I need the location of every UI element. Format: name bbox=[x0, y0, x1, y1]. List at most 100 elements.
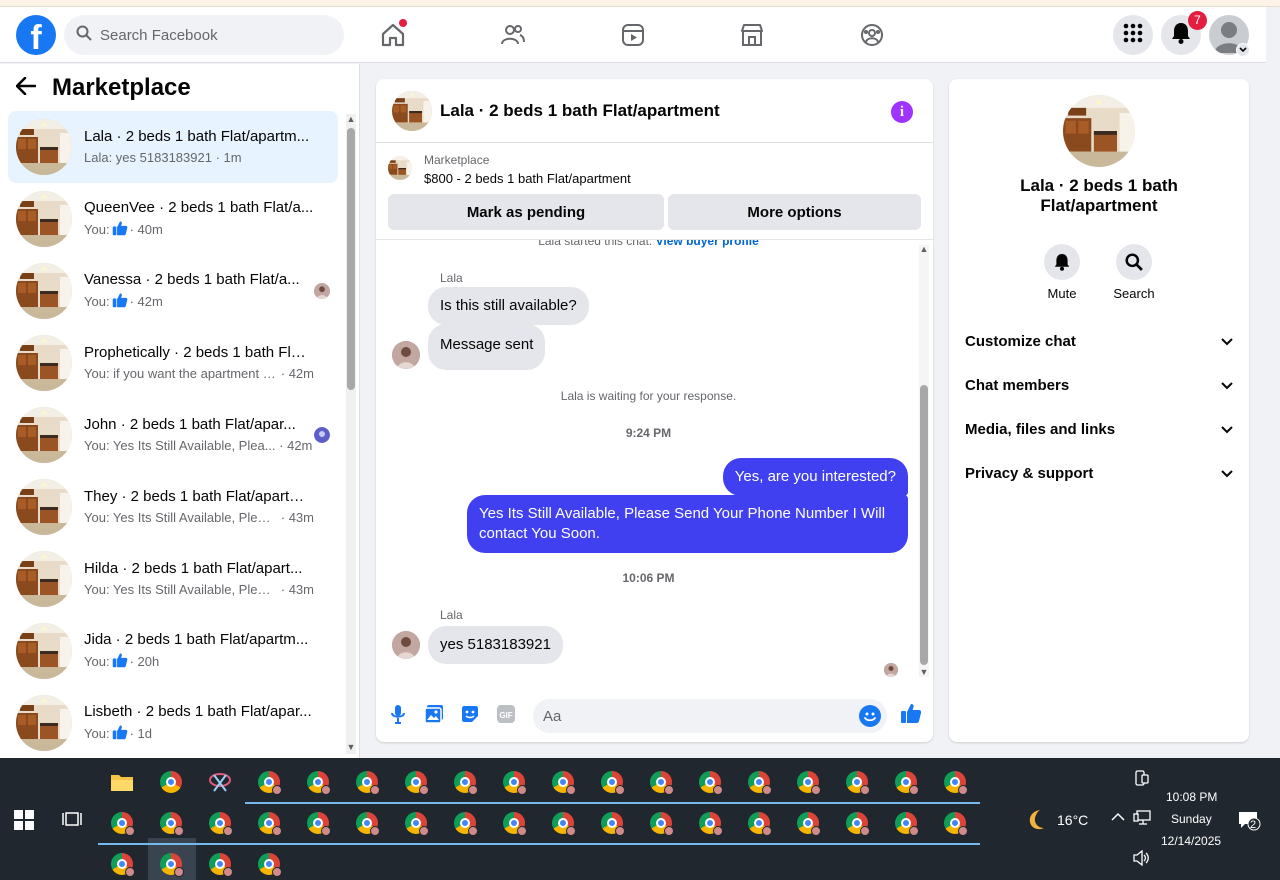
home-icon[interactable] bbox=[377, 19, 409, 51]
incoming-message[interactable]: yes 5183183921 bbox=[428, 626, 563, 664]
incoming-message[interactable]: Is this still available? bbox=[428, 287, 589, 325]
marketplace-icon[interactable] bbox=[736, 19, 768, 51]
clock-time[interactable]: 10:08 PM bbox=[1166, 790, 1217, 804]
conversation-item[interactable]: Lisbeth · 2 beds 1 bath Flat/apar... You:… bbox=[8, 687, 338, 758]
chrome-icon[interactable] bbox=[400, 807, 432, 839]
back-arrow-icon[interactable] bbox=[15, 76, 37, 100]
chrome-icon[interactable] bbox=[939, 766, 971, 798]
details-row-media-files-and-links[interactable]: Media, files and links bbox=[965, 411, 1233, 447]
sender-avatar[interactable] bbox=[392, 341, 420, 369]
chrome-icon[interactable] bbox=[645, 766, 677, 798]
photo-icon[interactable] bbox=[423, 703, 445, 725]
windows-start-icon[interactable] bbox=[14, 810, 34, 835]
chrome-icon[interactable] bbox=[596, 766, 628, 798]
chrome-icon[interactable] bbox=[547, 766, 579, 798]
network-icon[interactable] bbox=[1133, 810, 1151, 829]
chrome-icon[interactable] bbox=[792, 766, 824, 798]
search-action[interactable]: Search bbox=[1104, 244, 1164, 301]
thumbs-up-icon[interactable] bbox=[899, 701, 923, 725]
scroll-up-arrow-icon[interactable]: ▲ bbox=[918, 244, 930, 254]
chat-scroll-thumb[interactable] bbox=[920, 385, 928, 665]
chrome-icon[interactable] bbox=[792, 807, 824, 839]
chat-title[interactable]: Lala · 2 beds 1 bath Flat/apartment bbox=[440, 101, 720, 121]
microphone-icon[interactable] bbox=[387, 703, 409, 725]
conversation-item[interactable]: John · 2 beds 1 bath Flat/apar... You: Ye… bbox=[8, 399, 338, 471]
search-box[interactable] bbox=[64, 15, 344, 55]
chrome-icon[interactable] bbox=[596, 807, 628, 839]
chrome-icon[interactable] bbox=[498, 807, 530, 839]
sidebar-scroll-thumb[interactable] bbox=[347, 128, 355, 390]
phone-link-icon[interactable] bbox=[1135, 770, 1149, 789]
conversation-item[interactable]: Jida · 2 beds 1 bath Flat/apartm... You: ·… bbox=[8, 615, 338, 687]
search-icon[interactable] bbox=[1116, 244, 1152, 280]
chrome-icon[interactable] bbox=[106, 848, 138, 880]
details-row-customize-chat[interactable]: Customize chat bbox=[965, 323, 1233, 359]
emoji-icon[interactable] bbox=[859, 705, 881, 727]
clock-day[interactable]: Sunday bbox=[1171, 812, 1212, 826]
details-row-chat-members[interactable]: Chat members bbox=[965, 367, 1233, 403]
message-input-box[interactable] bbox=[533, 699, 887, 733]
outgoing-message[interactable]: Yes Its Still Available, Please Send You… bbox=[467, 495, 908, 553]
scroll-up-arrow-icon[interactable]: ▲ bbox=[345, 114, 357, 124]
chrome-icon[interactable] bbox=[498, 766, 530, 798]
chrome-icon[interactable] bbox=[890, 807, 922, 839]
conversation-item[interactable]: They · 2 beds 1 bath Flat/apartm... You: … bbox=[8, 471, 338, 543]
chrome-icon[interactable] bbox=[253, 766, 285, 798]
chrome-icon[interactable] bbox=[253, 807, 285, 839]
chrome-icon[interactable] bbox=[743, 807, 775, 839]
scroll-down-arrow-icon[interactable]: ▼ bbox=[918, 667, 930, 677]
chrome-icon[interactable] bbox=[106, 807, 138, 839]
chrome-icon[interactable] bbox=[841, 766, 873, 798]
groups-icon[interactable] bbox=[856, 19, 888, 51]
weather-moon-icon[interactable] bbox=[1025, 808, 1049, 835]
listing-price[interactable]: $800 - 2 beds 1 bath Flat/apartment bbox=[424, 171, 631, 186]
scroll-down-arrow-icon[interactable]: ▼ bbox=[345, 742, 357, 752]
chevron-up-icon[interactable] bbox=[1111, 810, 1125, 825]
chrome-icon[interactable] bbox=[645, 807, 677, 839]
conversation-item[interactable]: Lala · 2 beds 1 bath Flat/apartm... Lala:… bbox=[8, 111, 338, 183]
friends-icon[interactable] bbox=[497, 19, 529, 51]
more-options-button[interactable]: More options bbox=[668, 194, 921, 230]
chrome-icon[interactable] bbox=[155, 807, 187, 839]
sticker-icon[interactable] bbox=[459, 703, 481, 725]
bell-icon[interactable] bbox=[1044, 244, 1080, 280]
notifications-button[interactable]: 7 bbox=[1161, 11, 1207, 55]
chrome-icon[interactable] bbox=[302, 766, 334, 798]
chrome-icon[interactable] bbox=[547, 807, 579, 839]
chrome-icon[interactable] bbox=[204, 848, 236, 880]
chrome-icon[interactable] bbox=[155, 848, 187, 880]
conversation-item[interactable]: QueenVee · 2 beds 1 bath Flat/a... You: · … bbox=[8, 183, 338, 255]
outgoing-message[interactable]: Yes, are you interested? bbox=[722, 458, 908, 496]
chrome-icon[interactable] bbox=[449, 766, 481, 798]
snipping-tool-icon[interactable] bbox=[204, 766, 236, 798]
chrome-icon[interactable] bbox=[890, 766, 922, 798]
sidebar-scrollbar[interactable] bbox=[346, 114, 356, 754]
chrome-icon[interactable] bbox=[939, 807, 971, 839]
view-buyer-profile-link[interactable]: View buyer profile bbox=[656, 240, 759, 248]
message-input[interactable] bbox=[543, 707, 843, 725]
listing-large-thumbnail[interactable] bbox=[1063, 95, 1135, 167]
info-icon[interactable]: i bbox=[891, 101, 913, 123]
details-row-privacy-support[interactable]: Privacy & support bbox=[965, 455, 1233, 491]
incoming-message[interactable]: Message sent bbox=[428, 324, 546, 370]
chrome-icon[interactable] bbox=[204, 807, 236, 839]
menu-grid-button[interactable] bbox=[1113, 15, 1153, 55]
chrome-icon[interactable] bbox=[351, 766, 383, 798]
chrome-icon[interactable] bbox=[743, 766, 775, 798]
mute-action[interactable]: Mute bbox=[1032, 244, 1092, 301]
weather-temperature[interactable]: 16°C bbox=[1057, 812, 1088, 828]
facebook-logo[interactable]: f bbox=[16, 15, 56, 55]
task-view-icon[interactable] bbox=[62, 810, 82, 833]
search-input[interactable] bbox=[100, 26, 330, 44]
chrome-icon[interactable] bbox=[302, 807, 334, 839]
chat-scrollbar[interactable] bbox=[919, 245, 929, 677]
chrome-icon[interactable] bbox=[841, 807, 873, 839]
sender-avatar[interactable] bbox=[392, 631, 420, 659]
chrome-icon[interactable] bbox=[694, 807, 726, 839]
file-explorer-icon[interactable] bbox=[106, 766, 138, 798]
conversation-item[interactable]: Prophetically · 2 beds 1 bath Flat... You… bbox=[8, 327, 338, 399]
chrome-icon[interactable] bbox=[694, 766, 726, 798]
chrome-icon[interactable] bbox=[253, 848, 285, 880]
listing-small-thumbnail[interactable] bbox=[388, 156, 412, 180]
chrome-icon[interactable] bbox=[400, 766, 432, 798]
